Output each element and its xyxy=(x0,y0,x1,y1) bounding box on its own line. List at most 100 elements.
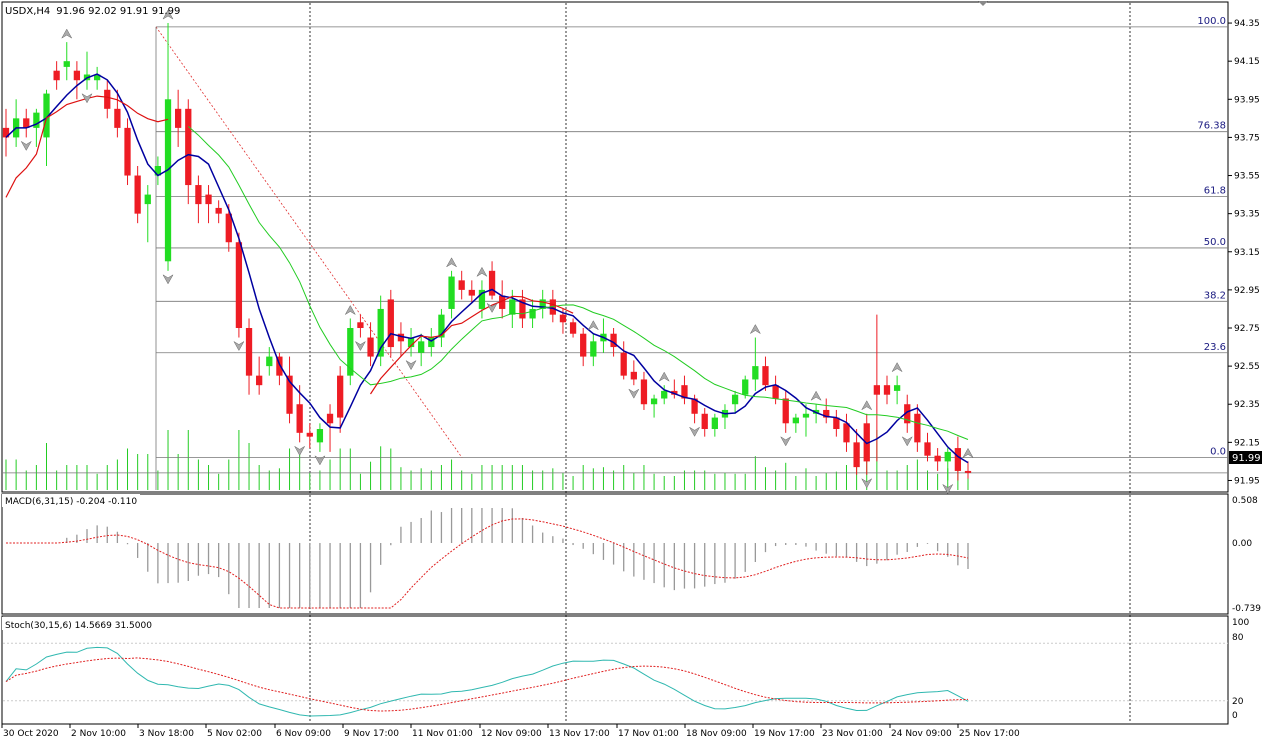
candle-body xyxy=(458,280,465,290)
time-tick-label: 25 Nov 17:00 xyxy=(959,729,1020,739)
candle-body xyxy=(772,385,779,399)
price-axis: 94.35 94.15 93.95 93.75 93.55 93.35 93.15 92.95… xyxy=(1228,19,1260,486)
candle-body xyxy=(934,455,941,462)
trading-chart[interactable]: 100.0 76.38 61.8 50.0 38.2 23.6 0.0 0.508 0.00 -… xyxy=(0,0,1268,742)
candle-body xyxy=(802,413,810,418)
fib-level-label: 0.0 xyxy=(1210,447,1226,458)
candle-body xyxy=(134,175,141,214)
candle-body xyxy=(640,379,648,405)
candle-body xyxy=(509,299,516,315)
candle-body xyxy=(590,341,597,357)
candle-body xyxy=(367,337,374,357)
candle-body xyxy=(144,194,151,205)
time-tick-label: 6 Nov 09:00 xyxy=(276,729,331,739)
time-tick-label: 19 Nov 17:00 xyxy=(754,729,815,739)
candle-body xyxy=(235,242,243,328)
price-tick-label: 92.95 xyxy=(1234,286,1260,296)
price-tick-label: 91.95 xyxy=(1234,476,1260,486)
price-tick-label: 92.35 xyxy=(1234,400,1260,410)
candle-body xyxy=(559,314,567,323)
time-tick-label: 9 Nov 17:00 xyxy=(344,729,399,739)
candle-body xyxy=(316,429,324,443)
candle-body xyxy=(306,432,313,437)
macd-axis-label: 0.508 xyxy=(1232,496,1258,506)
candle-body xyxy=(711,417,718,430)
candle-body xyxy=(296,404,303,433)
stoch-axis-label: 20 xyxy=(1232,697,1244,707)
main-price-pane[interactable] xyxy=(1,1,1229,493)
candle-body xyxy=(63,61,70,67)
time-tick-label: 3 Nov 18:00 xyxy=(139,729,194,739)
candle-body xyxy=(205,194,212,205)
time-tick-label: 24 Nov 09:00 xyxy=(891,729,952,739)
candle-body xyxy=(175,108,182,128)
candle-body xyxy=(256,375,263,386)
time-tick-label: 17 Nov 01:00 xyxy=(618,729,679,739)
candle-body xyxy=(337,375,344,418)
macd-axis-label: -0.739 xyxy=(1232,604,1261,614)
candle-body xyxy=(954,448,962,471)
candle-body xyxy=(215,207,222,214)
time-tick-label: 13 Nov 17:00 xyxy=(549,729,610,739)
candle-body xyxy=(661,390,668,399)
candle-body xyxy=(326,413,334,424)
fib-level-label: 61.8 xyxy=(1204,185,1226,196)
candle-body xyxy=(164,99,172,262)
candle-body xyxy=(245,328,253,376)
candle-body xyxy=(964,470,972,473)
candle-body xyxy=(468,289,475,296)
fib-level-label: 76.38 xyxy=(1197,121,1226,132)
time-axis: 30 Oct 2020 2 Nov 10:00 3 Nov 18:00 5 Nov 0… xyxy=(1,724,1020,739)
candle-body xyxy=(387,299,394,348)
time-tick-label: 5 Nov 02:00 xyxy=(207,729,262,739)
fib-level-label: 38.2 xyxy=(1204,290,1226,301)
price-tick-label: 92.15 xyxy=(1234,438,1260,448)
price-tick-label: 93.55 xyxy=(1234,172,1260,182)
stoch-axis-label: 80 xyxy=(1232,633,1244,643)
candle-body xyxy=(701,413,708,430)
candle-body xyxy=(883,385,891,395)
macd-pane[interactable] xyxy=(1,493,1229,615)
candle-body xyxy=(357,322,364,328)
candle-body xyxy=(418,341,425,353)
candle-body xyxy=(731,394,739,405)
price-tick-label: 93.15 xyxy=(1234,248,1260,258)
candle-body xyxy=(266,356,273,367)
candle-body xyxy=(914,413,921,443)
price-tick-label: 93.35 xyxy=(1234,210,1260,220)
price-tick-label: 93.75 xyxy=(1234,133,1260,143)
price-tick-label: 93.95 xyxy=(1234,95,1260,105)
macd-label: MACD(6,31,15) -0.204 -0.110 xyxy=(5,497,137,507)
fib-level-label: 23.6 xyxy=(1204,342,1226,353)
fib-level-label: 100.0 xyxy=(1197,16,1226,27)
macd-axis-label: 0.00 xyxy=(1232,539,1252,549)
candle-body xyxy=(53,70,60,81)
candle-body xyxy=(124,127,131,176)
candle-body xyxy=(73,70,81,81)
candle-body xyxy=(185,108,192,186)
candle-body xyxy=(853,442,860,468)
candle-body xyxy=(873,385,881,395)
stoch-axis-label: 0 xyxy=(1232,711,1238,721)
stochastic-pane[interactable] xyxy=(1,615,1229,725)
candle-body xyxy=(104,89,111,109)
time-tick-label: 2 Nov 10:00 xyxy=(71,729,126,739)
time-tick-label: 11 Nov 01:00 xyxy=(412,729,473,739)
price-tick-label: 92.75 xyxy=(1234,324,1260,334)
candle-body xyxy=(620,352,627,376)
candle-body xyxy=(569,322,577,334)
candle-body xyxy=(650,398,658,405)
candle-body xyxy=(944,451,951,462)
candle-body xyxy=(782,398,789,424)
price-tick-label: 94.15 xyxy=(1234,57,1260,67)
candle-body xyxy=(893,385,901,391)
time-tick-label: 18 Nov 09:00 xyxy=(686,729,747,739)
candle-body xyxy=(924,442,931,456)
stoch-label: Stoch(30,15,6) 14.5669 31.5000 xyxy=(5,621,152,631)
symbol-ohlc-label: USDX,H4 91.96 92.02 91.91 91.99 xyxy=(5,6,180,17)
time-tick-label: 30 Oct 2020 xyxy=(3,729,59,739)
candle-body xyxy=(488,270,496,296)
price-tick-label: 92.55 xyxy=(1234,362,1260,372)
candle-body xyxy=(448,276,455,309)
current-price-label: 91.99 xyxy=(1232,453,1261,464)
